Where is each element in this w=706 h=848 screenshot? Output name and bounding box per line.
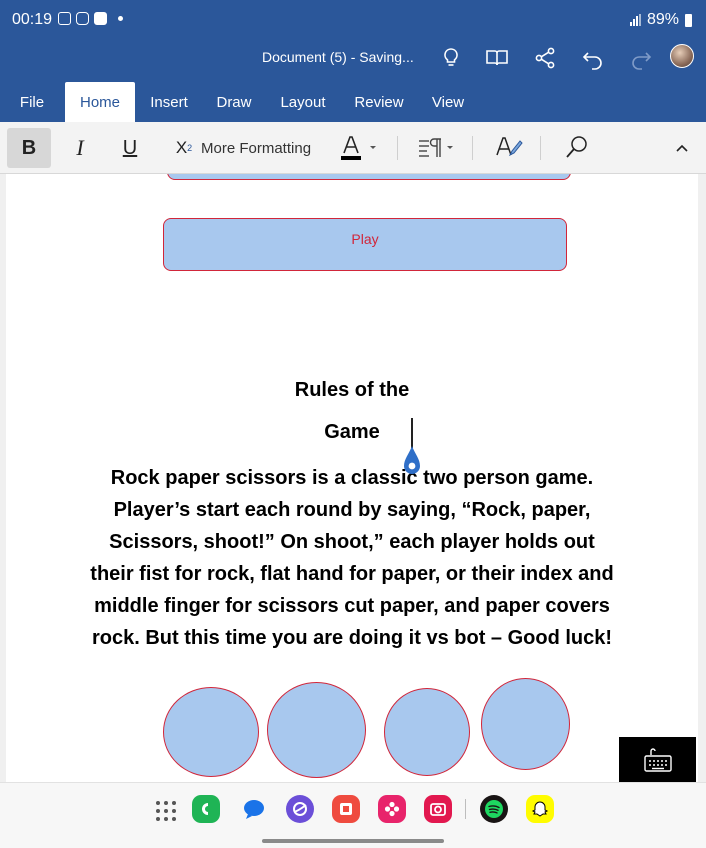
play-label: Play [351, 231, 379, 247]
tab-view[interactable]: View [422, 82, 474, 122]
gallery-notification-icon [58, 12, 71, 25]
dock-separator [465, 799, 466, 819]
tab-draw[interactable]: Draw [208, 82, 260, 122]
tab-review[interactable]: Review [346, 82, 412, 122]
choice-circle-4[interactable] [481, 678, 570, 770]
status-right: 89% [629, 11, 692, 29]
paragraph-button[interactable] [415, 128, 459, 168]
more-formatting-button[interactable]: More Formatting [201, 128, 311, 168]
status-time: 00:19 [12, 11, 53, 28]
instagram-notification-icon [76, 12, 89, 25]
phone-app-icon[interactable] [192, 795, 220, 823]
spotify-app-icon[interactable] [480, 795, 508, 823]
shape-button-top[interactable] [167, 174, 571, 180]
heading-line-2[interactable]: Game [6, 421, 698, 444]
subscript-base: X [175, 138, 188, 157]
collapse-ribbon-button[interactable] [670, 128, 694, 168]
font-color-button[interactable] [338, 128, 382, 168]
choice-circle-1[interactable] [163, 687, 259, 777]
keyboard-toggle-button[interactable] [619, 737, 696, 782]
font-color-icon [341, 136, 376, 160]
document-area[interactable]: Play Rules of the Game Rock paper scisso… [0, 174, 706, 782]
app-drawer-icon[interactable] [156, 801, 176, 821]
tab-layout[interactable]: Layout [272, 82, 334, 122]
snapchat-app-icon[interactable] [526, 795, 554, 823]
styles-brush-icon [496, 137, 523, 157]
notes-icon [340, 803, 352, 815]
messages-app-icon[interactable] [240, 795, 268, 823]
choice-circle-2[interactable] [267, 682, 366, 778]
find-button[interactable] [562, 128, 592, 168]
flower-icon [384, 801, 400, 817]
more-notifications-dot [118, 16, 123, 21]
chat-bubble-icon [244, 800, 264, 819]
subscript-button[interactable]: X2 [170, 128, 198, 168]
gallery-app-icon[interactable] [332, 795, 360, 823]
choice-circle-3[interactable] [384, 688, 470, 776]
title-row: Document (5) - Saving... [0, 40, 706, 76]
undo-icon[interactable] [580, 45, 606, 71]
app-notification-icon [94, 12, 107, 25]
cursor-handle-icon[interactable] [401, 444, 423, 478]
document-page[interactable]: Play Rules of the Game Rock paper scisso… [6, 174, 698, 782]
user-avatar[interactable] [670, 44, 694, 68]
search-icon [566, 136, 587, 158]
phone-icon [202, 803, 208, 815]
status-bar: 00:19 89% [0, 0, 706, 40]
italic-button[interactable]: I [62, 128, 98, 168]
app-header: 00:19 89% Document (5) - Saving... File … [0, 0, 706, 122]
battery-percent: 89% [646, 11, 679, 28]
lightbulb-icon[interactable] [438, 45, 464, 71]
browser-app-icon[interactable] [286, 795, 314, 823]
camera-icon [430, 803, 446, 816]
read-mode-icon[interactable] [484, 45, 510, 71]
subscript-sub: 2 [187, 143, 193, 153]
signal-icon [629, 14, 641, 26]
camera-app-icon[interactable] [424, 795, 452, 823]
ribbon-toolbar: B I U X2 More Formatting [0, 122, 706, 174]
chevron-up-icon [676, 144, 688, 152]
ribbon-separator [540, 136, 541, 160]
rules-paragraph[interactable]: Rock paper scissors is a classic two per… [88, 462, 616, 654]
browser-icon [293, 802, 307, 816]
spotify-icon [485, 800, 503, 818]
home-indicator[interactable] [262, 839, 444, 843]
play-shape[interactable]: Play [163, 218, 567, 271]
underline-button[interactable]: U [112, 128, 148, 168]
ribbon-tabs: File Home Insert Draw Layout Review View [0, 82, 706, 122]
tab-file[interactable]: File [8, 82, 56, 122]
redo-icon[interactable] [628, 45, 654, 71]
ghost-icon [531, 801, 549, 817]
ribbon-separator [397, 136, 398, 160]
tab-insert[interactable]: Insert [140, 82, 198, 122]
keyboard-icon [643, 747, 672, 772]
app-dock [0, 782, 706, 848]
tab-home[interactable]: Home [65, 82, 135, 122]
document-title[interactable]: Document (5) - Saving... [262, 49, 414, 65]
notification-icons [58, 12, 123, 25]
ribbon-separator [472, 136, 473, 160]
paragraph-icon [419, 138, 453, 157]
styles-button[interactable] [494, 128, 524, 168]
battery-icon [685, 13, 692, 27]
flower-app-icon[interactable] [378, 795, 406, 823]
heading-line-1[interactable]: Rules of the [6, 379, 698, 402]
share-icon[interactable] [532, 45, 558, 71]
bold-button[interactable]: B [7, 128, 51, 168]
